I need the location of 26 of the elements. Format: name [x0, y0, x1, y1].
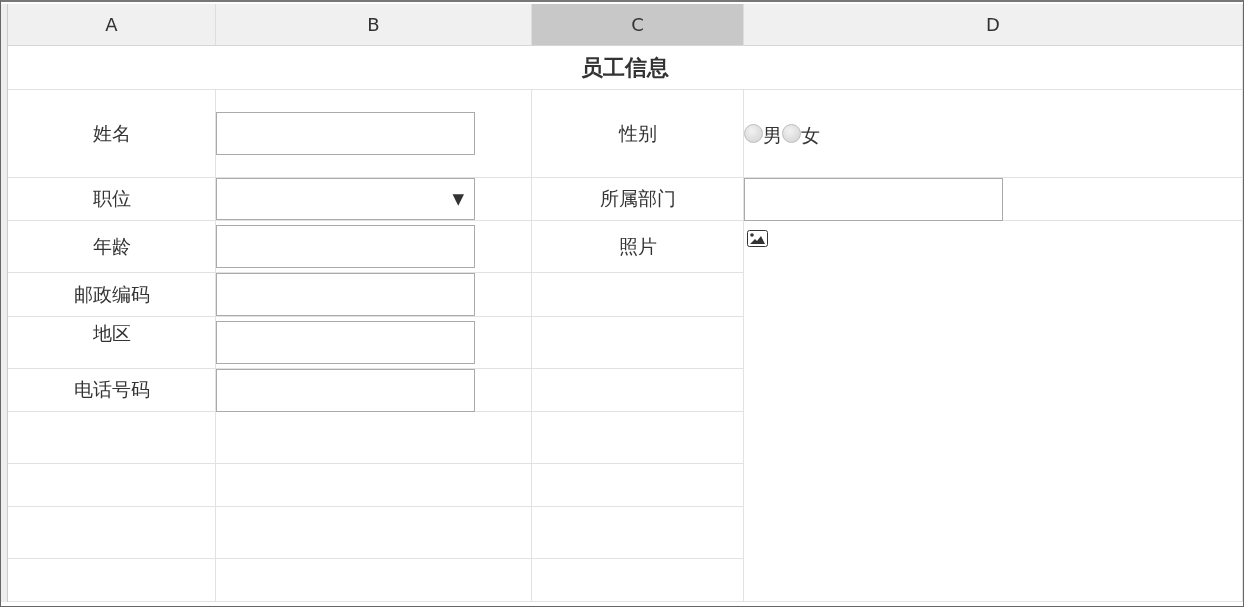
column-header[interactable]: B	[216, 4, 532, 46]
image-icon[interactable]	[747, 230, 768, 247]
column-header[interactable]: A	[8, 4, 216, 46]
column-header[interactable]: C	[532, 4, 744, 46]
field-label: 姓名	[92, 120, 131, 146]
text-field[interactable]	[216, 225, 475, 268]
text-field[interactable]	[216, 368, 475, 412]
radio-label: 女	[801, 122, 820, 148]
field-label: 邮政编码	[73, 281, 150, 307]
column-header[interactable]: D	[744, 4, 1243, 46]
field-label: 年龄	[92, 233, 131, 259]
radio-button[interactable]	[744, 124, 763, 143]
text-field[interactable]	[216, 273, 475, 316]
field-label: 性别	[618, 120, 657, 146]
field-label: 所属部门	[599, 186, 676, 211]
text-field[interactable]	[216, 112, 475, 155]
sheet-title: 员工信息	[581, 53, 669, 82]
field-label: 照片	[618, 233, 657, 259]
radio-label: 男	[763, 122, 782, 148]
field-label: 职位	[92, 186, 131, 211]
radio-button[interactable]	[782, 124, 801, 143]
dropdown-field[interactable]: ▼	[216, 178, 475, 220]
field-label: 电话号码	[73, 377, 150, 402]
field-label: 地区	[92, 321, 131, 346]
text-field[interactable]	[744, 177, 1003, 221]
text-field[interactable]	[216, 321, 475, 364]
